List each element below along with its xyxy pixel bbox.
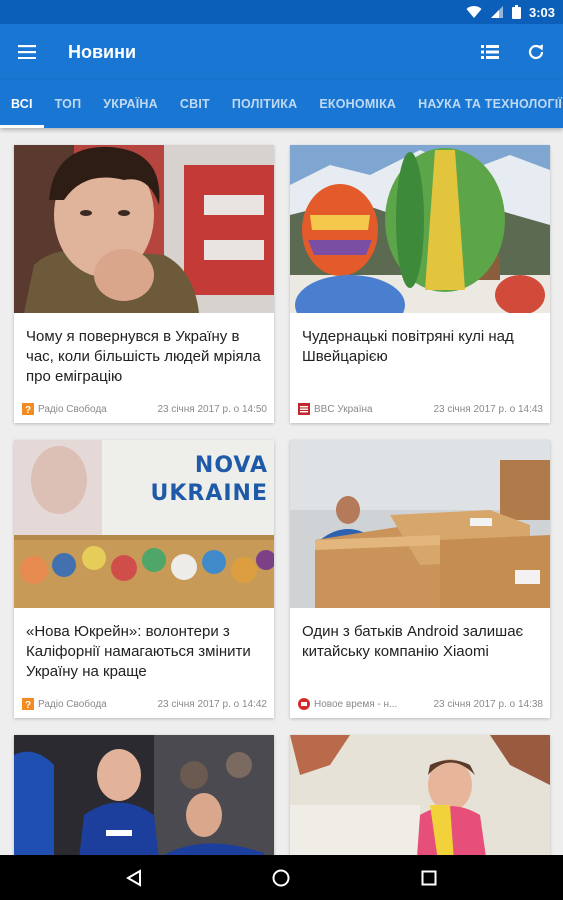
source-name: Радіо Свобода bbox=[38, 698, 107, 710]
home-circle-icon bbox=[272, 869, 290, 886]
article-image: HERREN bbox=[14, 735, 274, 855]
back-button[interactable] bbox=[114, 858, 154, 898]
article-image: NOVA UKRAINE bbox=[14, 440, 274, 608]
recents-square-icon bbox=[421, 870, 437, 885]
article-image bbox=[290, 145, 550, 313]
tab-world[interactable]: СВІТ bbox=[169, 80, 221, 128]
signal-icon bbox=[490, 5, 504, 19]
source-name: Новое время - н... bbox=[314, 698, 398, 710]
source-logo-icon: ? bbox=[22, 403, 34, 415]
recents-button[interactable] bbox=[409, 858, 449, 898]
article-date: 23 січня 2017 р. о 14:43 bbox=[433, 403, 543, 415]
svg-text:?: ? bbox=[25, 700, 31, 710]
image-caption-nova: NOVA bbox=[194, 453, 268, 478]
news-card[interactable]: NOVA UKRAINE «Нова Юкрейн»: волонтери з … bbox=[14, 440, 274, 718]
home-button[interactable] bbox=[261, 858, 301, 898]
article-meta: ? Радіо Свобода 23 січня 2017 р. о 14:42 bbox=[14, 690, 274, 718]
tab-economy[interactable]: ЕКОНОМІКА bbox=[308, 80, 407, 128]
source-logo-icon bbox=[298, 403, 310, 415]
source-logo-icon: ? bbox=[22, 698, 34, 710]
image-caption-ukraine: UKRAINE bbox=[150, 481, 268, 506]
article-image bbox=[290, 440, 550, 608]
tab-science-tech[interactable]: НАУКА ТА ТЕХНОЛОГІЇ bbox=[407, 80, 563, 128]
source-logo-icon bbox=[298, 698, 310, 710]
news-card[interactable]: Один з батьків Android залишає китайську… bbox=[290, 440, 550, 718]
svg-text:?: ? bbox=[25, 405, 31, 415]
source-name: Радіо Свобода bbox=[38, 403, 107, 415]
article-meta: BBC Україна 23 січня 2017 р. о 14:43 bbox=[290, 395, 550, 423]
article-date: 23 січня 2017 р. о 14:50 bbox=[157, 403, 267, 415]
list-view-icon bbox=[481, 45, 499, 59]
article-title: Один з батьків Android залишає китайську… bbox=[302, 623, 524, 660]
news-card[interactable]: HERREN bbox=[14, 735, 274, 855]
tab-ukraine[interactable]: УКРАЇНА bbox=[92, 80, 169, 128]
app-bar: Новини bbox=[0, 24, 563, 80]
status-bar: 3:03 bbox=[0, 0, 563, 24]
tab-all[interactable]: ВСІ bbox=[0, 80, 44, 128]
app-title: Новини bbox=[68, 41, 137, 62]
article-date: 23 січня 2017 р. о 14:38 bbox=[433, 698, 543, 710]
status-time: 3:03 bbox=[528, 4, 555, 20]
article-image bbox=[14, 145, 274, 313]
wifi-icon bbox=[466, 5, 482, 19]
refresh-icon bbox=[528, 44, 544, 60]
news-feed[interactable]: Чому я повернувся в Україну в час, коли … bbox=[0, 128, 563, 855]
back-triangle-icon bbox=[125, 868, 141, 887]
list-view-button[interactable] bbox=[467, 24, 513, 80]
battery-icon bbox=[511, 5, 521, 19]
system-nav-bar bbox=[0, 855, 563, 900]
article-title: «Нова Юкрейн»: волонтери з Каліфорнії на… bbox=[26, 623, 251, 680]
article-title: Чому я повернувся в Україну в час, коли … bbox=[26, 328, 261, 385]
news-card[interactable]: Чому я повернувся в Україну в час, коли … bbox=[14, 145, 274, 423]
article-date: 23 січня 2017 р. о 14:42 bbox=[157, 698, 267, 710]
refresh-button[interactable] bbox=[513, 24, 559, 80]
tab-top[interactable]: ТОП bbox=[44, 80, 93, 128]
article-title: Чудернацькі повітряні кулі над Швейцаріє… bbox=[302, 328, 514, 365]
article-image bbox=[290, 735, 550, 855]
menu-button[interactable] bbox=[0, 24, 54, 80]
article-meta: Новое время - н... 23 січня 2017 р. о 14… bbox=[290, 690, 550, 718]
news-card[interactable]: Чудернацькі повітряні кулі над Швейцаріє… bbox=[290, 145, 550, 423]
article-meta: ? Радіо Свобода 23 січня 2017 р. о 14:50 bbox=[14, 395, 274, 423]
news-card[interactable] bbox=[290, 735, 550, 855]
source-name: BBC Україна bbox=[314, 403, 373, 415]
category-tabs: ВСІ ТОП УКРАЇНА СВІТ ПОЛІТИКА ЕКОНОМІКА … bbox=[0, 80, 563, 128]
tab-politics[interactable]: ПОЛІТИКА bbox=[221, 80, 309, 128]
hamburger-icon bbox=[18, 45, 36, 59]
